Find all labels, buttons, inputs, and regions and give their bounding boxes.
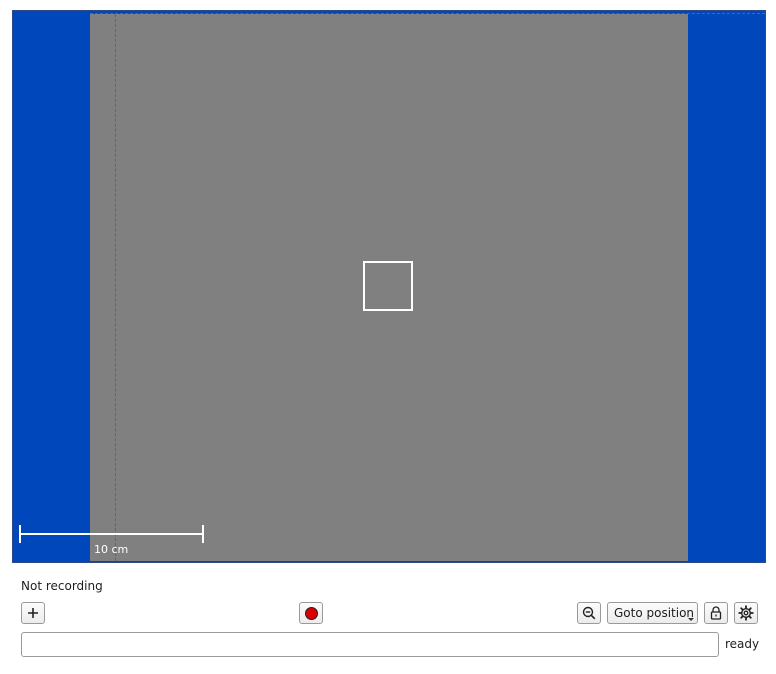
goto-position-value: Goto position xyxy=(614,606,695,620)
record-icon xyxy=(304,606,318,620)
chevron-down-icon xyxy=(688,618,694,621)
add-button[interactable] xyxy=(21,602,45,624)
stage-viewport[interactable]: 10 cm xyxy=(12,10,766,563)
zoom-out-icon xyxy=(582,606,596,620)
settings-button[interactable] xyxy=(734,602,758,624)
command-state-label: ready xyxy=(725,637,760,651)
scale-bar-line xyxy=(19,533,204,535)
record-button[interactable] xyxy=(299,602,323,624)
horizontal-guide-line xyxy=(90,13,765,14)
goto-position-select[interactable]: Goto position xyxy=(607,602,698,624)
lock-toggle-button[interactable] xyxy=(704,602,728,624)
plus-icon xyxy=(27,607,39,619)
command-input[interactable] xyxy=(21,632,719,657)
scale-bar xyxy=(19,525,204,543)
zoom-out-button[interactable] xyxy=(577,602,601,624)
vertical-guide-line xyxy=(115,14,116,561)
scale-bar-tick-right xyxy=(202,525,204,543)
scale-bar-tick-left xyxy=(19,525,21,543)
scale-bar-label: 10 cm xyxy=(94,543,129,556)
unlock-icon xyxy=(710,606,722,620)
gear-icon xyxy=(738,605,754,621)
recording-status: Not recording xyxy=(21,579,103,593)
target-marker[interactable] xyxy=(363,261,413,311)
